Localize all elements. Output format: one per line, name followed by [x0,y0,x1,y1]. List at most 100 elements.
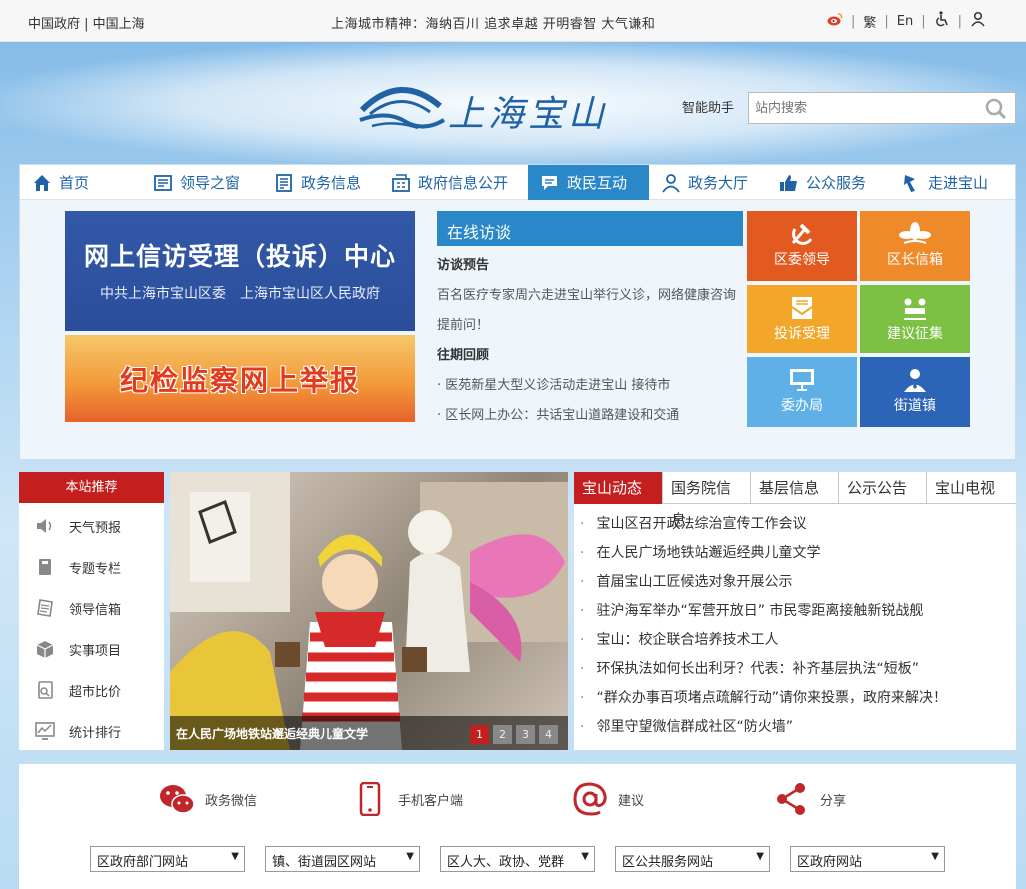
news-title: “群众办事百项堵点疏解行动”请你来投票，政府来解决！ [596,690,947,706]
news-item[interactable]: · 环保执法如何长出利牙？代表：补齐基层执法“短板” [580,655,1016,684]
review-label: 往期回顾 [437,348,490,363]
tab-state-council[interactable]: 国务院信息 [663,472,751,529]
review-item[interactable]: · 医苑新星大型义诊活动走进宝山 接待市 [437,371,737,401]
info-icon [276,173,292,192]
review-item[interactable]: · 区长网上办公：共话宝山道路建设和交通 [437,401,737,431]
online-talk-title[interactable]: 在线访谈 [437,211,743,246]
news-item[interactable]: · 邻里守望微信群成社区“防火墙” [580,713,1016,742]
petition-center-banner[interactable]: 网上信访受理（投诉）中心 中共上海市宝山区委 上海市宝山区人民政府 [65,211,415,331]
tile-label: 区长信箱 [887,252,943,268]
news-item[interactable]: · 在人民广场地铁站邂逅经典儿童文学 [580,539,1016,568]
select-towns-streets[interactable]: 镇、街道园区网站 ▼ [265,846,420,872]
service-share[interactable]: 分享 [774,782,846,816]
nav-interaction[interactable]: 政民互动 [528,165,649,200]
home-icon [34,174,50,191]
select-value: 镇、街道园区网站 [272,855,377,870]
preview-label: 访谈预告 [437,258,490,273]
select-npc-cppcc[interactable]: 区人大、政协、党群 ▼ [440,846,595,872]
accessibility-icon[interactable] [934,11,950,31]
divider: | [957,13,962,29]
tab-baoshan-news[interactable]: 宝山动态 [574,472,663,504]
tab-baoshan-tv[interactable]: 宝山电视 [927,472,1016,504]
slide-page-button[interactable]: 4 [539,725,558,744]
english-link[interactable]: En [897,14,913,29]
compare-icon [38,681,53,699]
search-icon[interactable] [985,98,1007,120]
nav-service-hall[interactable]: 政务大厅 [649,165,767,200]
rec-label: 统计排行 [69,725,122,741]
tile-complaints[interactable]: 投诉受理 [747,285,857,353]
tile-streets-towns[interactable]: 街道镇 [860,357,970,427]
nav-home[interactable]: 首页 [20,165,141,200]
tile-mayor-mailbox[interactable]: 区长信箱 [860,211,970,281]
chart-icon [35,722,55,740]
discipline-report-banner[interactable]: 纪检监察网上举报 [65,335,415,422]
document-icon [37,599,53,617]
rec-special-topics[interactable]: 专题专栏 [35,557,121,577]
bullet: · [580,516,585,532]
site-header: 上海宝山 智能助手 [0,42,1026,164]
phone-icon [359,782,381,816]
news-item[interactable]: · 首届宝山工匠候选对象开展公示 [580,568,1016,597]
slide-pager: 1 2 3 4 [470,725,558,744]
select-public-service[interactable]: 区公共服务网站 ▼ [615,846,770,872]
tile-commissions[interactable]: 委办局 [747,357,857,427]
photo-slideshow[interactable]: 在人民广场地铁站邂逅经典儿童文学 1 2 3 4 [170,472,568,750]
rec-weather[interactable]: 天气预报 [35,516,121,536]
traditional-chinese-link[interactable]: 繁 [863,12,876,31]
slide-page-button[interactable]: 3 [516,725,535,744]
slide-page-button[interactable]: 2 [493,725,512,744]
news-tabs: 宝山动态 国务院信息 基层信息 公示公告 宝山电视 [574,472,1016,529]
nav-about-baoshan[interactable]: 走进宝山 [889,165,1015,200]
news-title: 宝山：校企联合培养技术工人 [596,632,779,648]
rec-price-compare[interactable]: 超市比价 [35,680,121,700]
weibo-icon[interactable] [827,12,843,30]
slide-page-button[interactable]: 1 [470,725,489,744]
select-value: 区人大、政协、党群 [447,855,565,870]
tile-suggestions[interactable]: 建议征集 [860,285,970,353]
news-title: 环保执法如何长出利牙？代表：补齐基层执法“短板” [596,661,919,677]
gov-links[interactable]: 中国政府 | 中国上海 [28,13,145,32]
preview-text[interactable]: 百名医疗专家周六走进宝山举行义诊，网络健康咨询提前问！ [437,281,737,341]
site-logo[interactable]: 上海宝山 [358,80,633,135]
news-item[interactable]: · 宝山：校企联合培养技术工人 [580,626,1016,655]
tab-announcements[interactable]: 公示公告 [839,472,927,504]
tab-grassroots[interactable]: 基层信息 [751,472,839,504]
book-icon [39,559,51,575]
news-item[interactable]: · “群众办事百项堵点疏解行动”请你来投票，政府来解决！ [580,684,1016,713]
news-title: 邻里守望微信群成社区“防火墙” [596,719,793,735]
tile-district-committee[interactable]: 区委领导 [747,211,857,281]
nav-gov-info[interactable]: 政务信息 [262,165,379,200]
dropdown-arrow-icon: ▼ [406,851,414,862]
rec-leader-mailbox[interactable]: 领导信箱 [35,598,121,618]
nav-info-disclosure[interactable]: 政府信息公开 [379,165,528,200]
news-item[interactable]: · 宝山区召开政法综治宣传工作会议 [580,510,1016,539]
bullet: · [580,545,585,561]
news-item[interactable]: · 驻沪海军举办“军营开放日” 市民零距离接触新锐战舰 [580,597,1016,626]
service-suggestion[interactable]: 建议 [572,782,644,816]
select-district-departments[interactable]: 区政府部门网站 ▼ [90,846,245,872]
select-value: 区政府部门网站 [97,855,189,870]
tour-icon [904,174,915,192]
smart-assistant-link[interactable]: 智能助手 [682,97,734,116]
select-district-gov[interactable]: 区政府网站 ▼ [790,846,945,872]
tile-label: 街道镇 [894,398,936,414]
select-value: 区公共服务网站 [622,855,714,870]
rec-label: 天气预报 [69,520,122,536]
service-mobile-app[interactable]: 手机客户端 [352,782,463,816]
service-wechat[interactable]: 政务微信 [159,782,257,816]
leader-icon [154,174,172,191]
divider: | [850,13,856,29]
user-icon[interactable] [970,11,986,31]
tile-label: 区委领导 [774,252,830,268]
news-title: 首届宝山工匠候选对象开展公示 [596,574,793,590]
group-icon [904,298,926,320]
nav-leaders[interactable]: 领导之窗 [141,165,262,200]
officer-icon [904,369,926,392]
news-panel: 宝山动态 国务院信息 基层信息 公示公告 宝山电视 · 宝山区召开政法综治宣传工作… [574,472,1016,750]
search-input[interactable] [749,93,979,123]
rec-statistics[interactable]: 统计排行 [35,721,121,741]
rec-practical-projects[interactable]: 实事项目 [35,639,121,659]
nav-public-service[interactable]: 公众服务 [767,165,889,200]
nav-label: 政务信息 [301,174,362,192]
